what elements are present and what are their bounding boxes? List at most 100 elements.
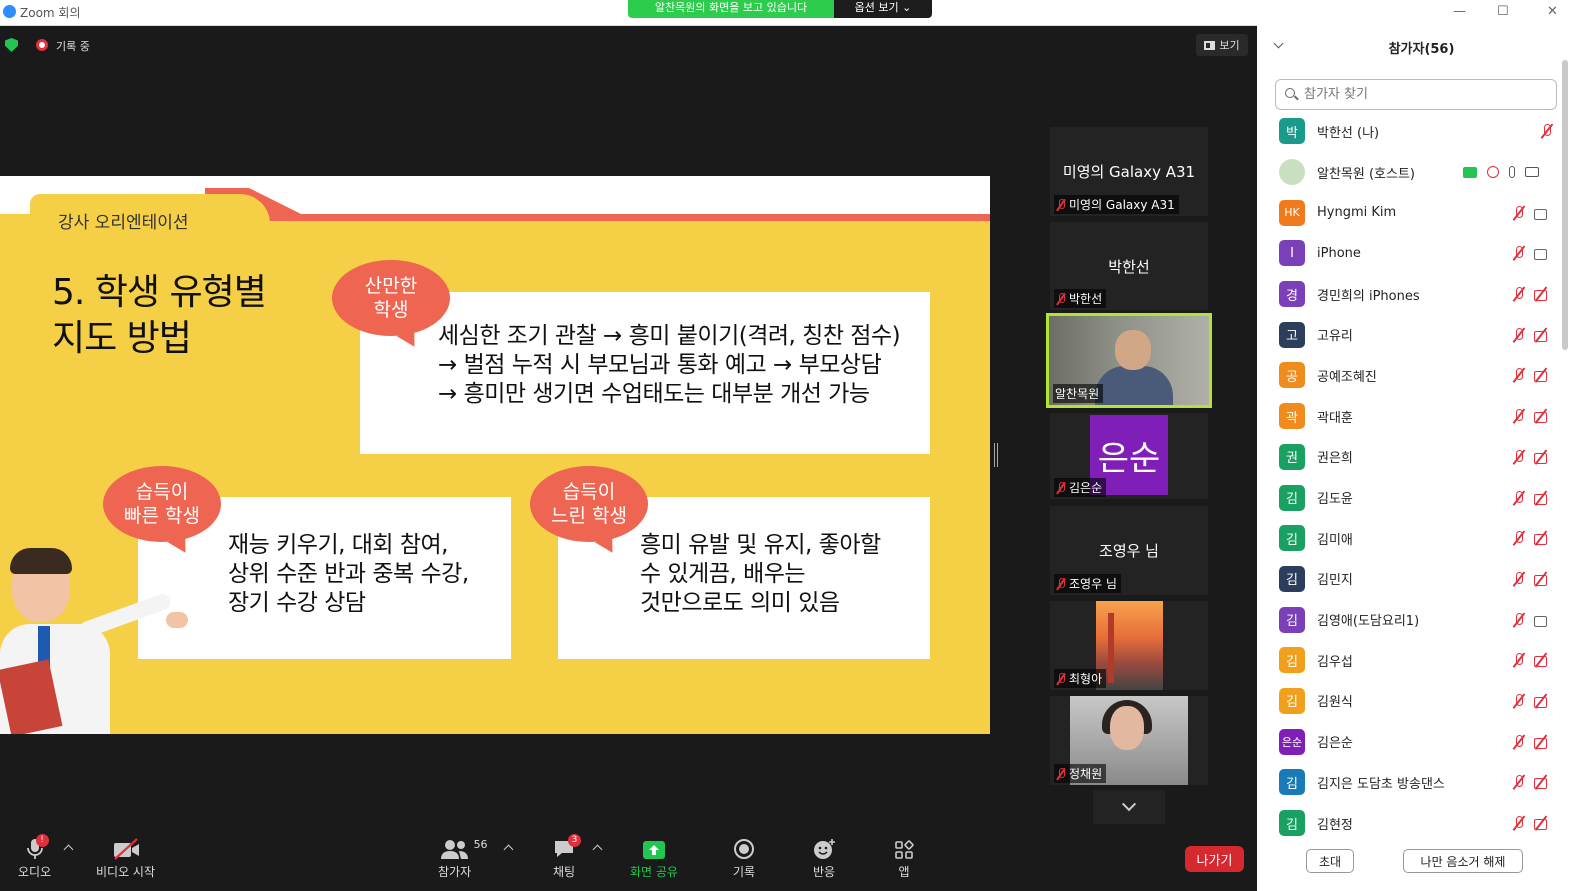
participant-row[interactable]: 곽 곽대훈: [1257, 396, 1575, 437]
participant-row[interactable]: 권 권은희: [1257, 437, 1575, 478]
participant-avatar: 권: [1279, 443, 1305, 470]
video-tile[interactable]: 미영의 Galaxy A31 미영의 Galaxy A31: [1050, 127, 1208, 216]
participant-row[interactable]: 김 김우섭: [1257, 640, 1575, 681]
video-off-icon: [112, 838, 140, 860]
camera-off-icon: [1533, 571, 1551, 587]
participant-list-scrollbar[interactable]: [1562, 60, 1568, 350]
participant-row[interactable]: HK Hyngmi Kim: [1257, 192, 1575, 233]
active-speaker-video-tile[interactable]: 알찬목원: [1046, 313, 1212, 408]
microphone-icon: !: [25, 834, 49, 860]
apps-button[interactable]: 앱: [894, 838, 914, 880]
participant-avatar: 김: [1279, 606, 1305, 633]
view-button[interactable]: 보기: [1196, 34, 1248, 56]
participant-avatar: 김: [1279, 769, 1305, 796]
participants-panel: — ☐ ✕ 참가자(56) 박 박한선 (나) 알찬목원 (호스트) HK Hyngmi…: [1257, 0, 1586, 891]
participant-row[interactable]: 김 김원식: [1257, 681, 1575, 722]
participant-row[interactable]: 박 박한선 (나): [1257, 111, 1575, 152]
encryption-shield-icon[interactable]: [5, 38, 18, 52]
chat-button[interactable]: 3 채팅: [553, 834, 582, 880]
video-tile[interactable]: 박한선 박한선: [1050, 222, 1208, 310]
share-screen-button[interactable]: 화면 공유: [630, 838, 678, 880]
camera-off-icon: [1533, 693, 1551, 709]
reaction-emoji-icon: [812, 838, 836, 860]
leave-meeting-button[interactable]: 나가기: [1185, 846, 1244, 872]
record-label: 기록: [733, 865, 756, 879]
participants-button[interactable]: 56 참가자: [438, 838, 488, 880]
participant-row[interactable]: 김 김영애(도담요리1): [1257, 599, 1575, 640]
share-screen-label: 화면 공유: [630, 865, 678, 879]
participant-row[interactable]: 알찬목원 (호스트): [1257, 152, 1575, 193]
video-tile[interactable]: 최형아: [1050, 601, 1208, 690]
view-label: 보기: [1219, 39, 1240, 52]
mic-muted-icon: [1539, 123, 1555, 139]
participant-row[interactable]: 은순 김은순: [1257, 721, 1575, 762]
mic-muted-icon: [1511, 815, 1527, 831]
participant-avatar: [1279, 159, 1305, 186]
tile-name-label: 최형아: [1054, 669, 1107, 688]
tile-label-text: 김은순: [1069, 481, 1103, 495]
start-video-label: 비디오 시작: [96, 865, 156, 879]
apps-icon: [894, 838, 914, 860]
unmute-me-button[interactable]: 나만 음소거 해제: [1403, 849, 1523, 873]
mic-muted-icon: [1511, 286, 1527, 302]
maximize-window-button[interactable]: ☐: [1497, 4, 1509, 19]
video-strip-scroll-down-button[interactable]: [1093, 790, 1165, 824]
participant-avatar: 공: [1279, 362, 1305, 389]
participant-name: 김우섭: [1317, 654, 1353, 670]
start-video-button[interactable]: 비디오 시작: [96, 838, 155, 880]
audio-label: 오디오: [18, 865, 52, 879]
participant-avatar: 고: [1279, 321, 1305, 348]
record-icon: [733, 838, 755, 860]
chat-options-caret[interactable]: [592, 844, 603, 855]
tile-name-label: 알찬목원: [1053, 384, 1104, 403]
participant-name: 김원식: [1317, 695, 1353, 711]
invite-button[interactable]: 초대: [1306, 849, 1354, 873]
participants-count: 56: [473, 838, 488, 851]
minimize-window-button[interactable]: —: [1453, 4, 1466, 19]
mic-muted-icon: [1511, 408, 1527, 424]
window-title: Zoom 회의: [20, 6, 81, 20]
mic-muted-icon: [1511, 652, 1527, 668]
participant-avatar: 김: [1279, 565, 1305, 592]
reactions-button[interactable]: 반응: [812, 838, 836, 880]
mic-muted-icon: [1511, 490, 1527, 506]
participant-row[interactable]: 공 공예조혜진: [1257, 355, 1575, 396]
video-tile[interactable]: 은순 김은순: [1050, 413, 1208, 499]
participant-name: 김도윤: [1317, 492, 1353, 508]
participant-name: iPhone: [1317, 245, 1361, 261]
video-tile[interactable]: 정채원: [1050, 696, 1208, 785]
participants-options-caret[interactable]: [503, 844, 514, 855]
participant-row[interactable]: 경 경민희의 iPhones: [1257, 274, 1575, 315]
participant-row[interactable]: 고 고유리: [1257, 314, 1575, 355]
participant-row[interactable]: 김 김현정: [1257, 803, 1575, 841]
reactions-label: 반응: [812, 865, 836, 879]
camera-off-icon: [1533, 449, 1551, 465]
participant-avatar: HK: [1279, 199, 1305, 226]
view-options-button[interactable]: 옵션 보기 ⌄: [834, 0, 932, 18]
audio-button[interactable]: ! 오디오: [18, 834, 52, 880]
record-button[interactable]: 기록: [733, 838, 755, 880]
video-tile[interactable]: 조영우 님 조영우 님: [1050, 506, 1208, 595]
participant-row[interactable]: IiPhone: [1257, 233, 1575, 274]
layout-grid-icon: [1204, 40, 1216, 50]
participant-name: 권은희: [1317, 451, 1353, 467]
participant-row[interactable]: 김 김도윤: [1257, 477, 1575, 518]
participant-search-input[interactable]: [1275, 79, 1557, 110]
close-window-button[interactable]: ✕: [1547, 4, 1558, 19]
participant-row[interactable]: 김 김미애: [1257, 518, 1575, 559]
mic-muted-icon: [1511, 327, 1527, 343]
participant-row[interactable]: 김 김민지: [1257, 559, 1575, 600]
participant-name: 김은순: [1317, 736, 1353, 752]
tile-display-name: 조영우 님: [1099, 542, 1159, 560]
chat-icon: 3: [553, 834, 582, 860]
slow-learner-bubble: 습득이 느린 학생: [530, 466, 648, 542]
share-banner: 알찬목원의 화면을 보고 있습니다 옵션 보기 ⌄: [628, 0, 932, 18]
zoom-logo-icon: [3, 5, 16, 18]
audio-options-caret[interactable]: [63, 844, 74, 855]
split-resize-handle[interactable]: [994, 443, 998, 467]
camera-off-icon: [1533, 286, 1551, 302]
participant-row[interactable]: 김 김지은 도담초 방송댄스: [1257, 762, 1575, 803]
participant-avatar: 김: [1279, 484, 1305, 511]
teacher-character-hair: [10, 548, 72, 574]
tile-label-text: 알찬목원: [1055, 387, 1100, 401]
